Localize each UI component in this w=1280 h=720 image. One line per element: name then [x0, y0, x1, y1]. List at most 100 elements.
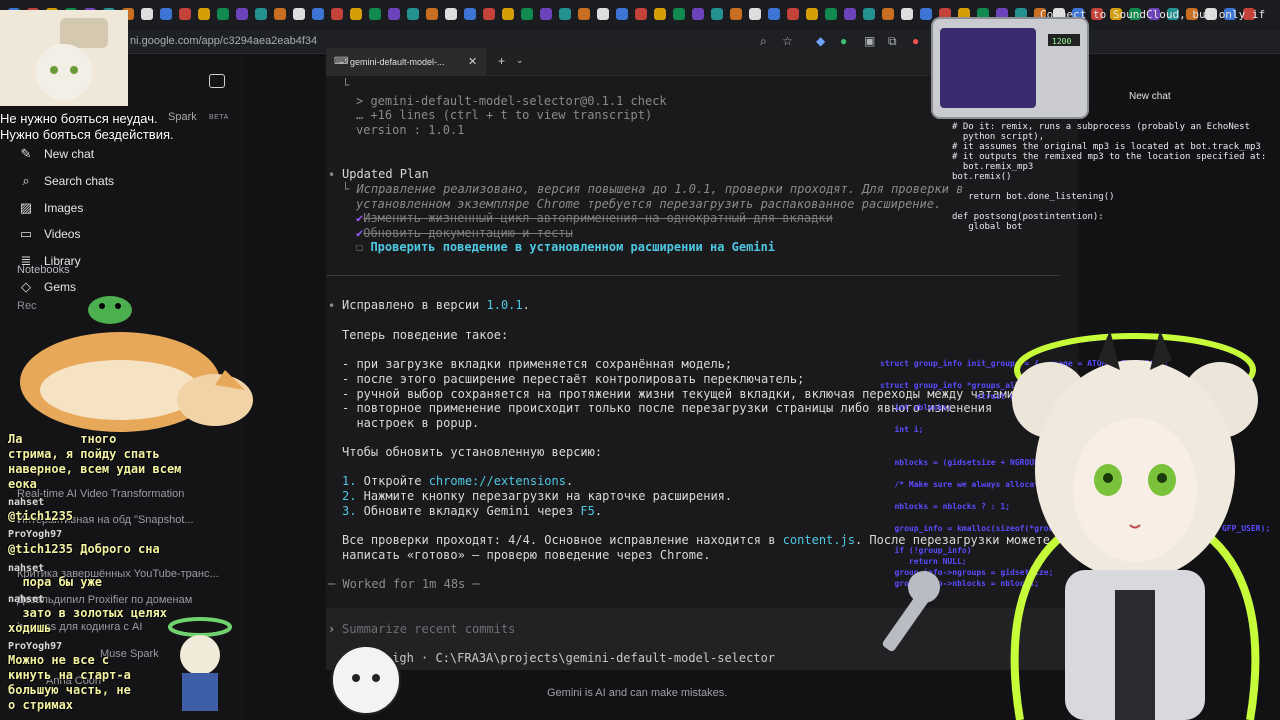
video-icon: ▭: [19, 226, 33, 241]
sidebar-item-search-chats[interactable]: ⌕ Search chats: [18, 170, 114, 192]
divider: [326, 275, 1060, 276]
tab-favicon-icon[interactable]: [673, 8, 685, 20]
tab-favicon-icon[interactable]: [464, 8, 476, 20]
tab-favicon-icon[interactable]: [730, 8, 742, 20]
tab-favicon-icon[interactable]: [768, 8, 780, 20]
tab-favicon-icon[interactable]: [616, 8, 628, 20]
sidebar-toggle-icon[interactable]: [209, 74, 225, 88]
sidebar-item-label: Images: [44, 201, 84, 215]
step-text: Обновите вкладку Gemini через: [356, 504, 581, 518]
tab-favicon-icon[interactable]: [806, 8, 818, 20]
tab-favicon-icon[interactable]: [521, 8, 533, 20]
step-item: 1. Откройте chrome://extensions.: [342, 474, 573, 488]
key-name: F5: [580, 504, 595, 518]
tab-favicon-icon[interactable]: [578, 8, 590, 20]
tab-favicon-icon[interactable]: [350, 8, 362, 20]
chat-message: Можно не все с кинуть на старт-а большую…: [8, 653, 131, 712]
status-line: sol high · C:\FRA3A\projects\gemini-defa…: [356, 651, 776, 665]
prompt-placeholder[interactable]: Summarize recent commits: [342, 622, 515, 636]
tab-favicon-icon[interactable]: [255, 8, 267, 20]
list-item: настроек в popup.: [342, 416, 480, 430]
plan-note: └ Исправление реализовано, версия повыше…: [342, 182, 964, 196]
tab-favicon-icon[interactable]: [483, 8, 495, 20]
step-end: .: [594, 504, 603, 518]
avatar-toaster-sticker: [0, 10, 128, 106]
checks-text: Все проверки проходят: 4/4. Основное исп…: [342, 533, 783, 547]
checks-line: написать «готово» — проверю поведение че…: [342, 548, 711, 562]
tab-favicon-icon[interactable]: [312, 8, 324, 20]
wrench-sticker: [882, 571, 940, 652]
extension-icon[interactable]: ⧉: [888, 34, 897, 49]
plan-item-todo: ☐ Проверить поведение в установленном ра…: [356, 240, 775, 254]
terminal-tab[interactable]: ⌨ gemini-default-model-... ✕: [326, 48, 486, 76]
tab-favicon-icon[interactable]: [198, 8, 210, 20]
fixed-suffix: .: [522, 298, 530, 312]
tab-favicon-icon[interactable]: [825, 8, 837, 20]
bookmark-star-icon[interactable]: ☆: [782, 34, 793, 48]
tab-favicon-icon[interactable]: [388, 8, 400, 20]
overlay-quote: Не нужно бояться неудач. Нужно бояться б…: [0, 111, 174, 143]
zoom-icon[interactable]: ⌕: [760, 34, 767, 49]
tab-favicon-icon[interactable]: [901, 8, 913, 20]
tab-favicon-icon[interactable]: [749, 8, 761, 20]
tab-favicon-icon[interactable]: [692, 8, 704, 20]
plan-note-line: Исправление реализовано, версия повышена…: [356, 182, 964, 196]
tab-favicon-icon[interactable]: [863, 8, 875, 20]
tab-favicon-icon[interactable]: [293, 8, 305, 20]
url-field[interactable]: ni.google.com/app/c3294aea2eab4f34: [130, 35, 317, 47]
extension-icon[interactable]: ●: [840, 34, 847, 48]
tab-favicon-icon[interactable]: [160, 8, 172, 20]
plan-item-text: Обновить документацию и тесты: [363, 226, 573, 240]
close-icon[interactable]: ✕: [468, 55, 477, 68]
tab-favicon-icon[interactable]: [407, 8, 419, 20]
tab-favicon-icon[interactable]: [711, 8, 723, 20]
tab-favicon-icon[interactable]: [635, 8, 647, 20]
overlay-new-chat-label[interactable]: New chat: [1129, 91, 1171, 102]
sidebar-item-videos[interactable]: ▭ Videos: [18, 223, 81, 245]
chat-username: ProYogh97: [8, 529, 63, 540]
tab-favicon-icon[interactable]: [540, 8, 552, 20]
tab-favicon-icon[interactable]: [502, 8, 514, 20]
record-icon[interactable]: ●: [912, 34, 919, 48]
tab-favicon-icon[interactable]: [274, 8, 286, 20]
step-item: 3. Обновите вкладку Gemini через F5.: [342, 504, 602, 518]
sidebar-item-label: Search chats: [44, 174, 115, 188]
sidebar-item-label: Videos: [44, 227, 81, 241]
tab-favicon-icon[interactable]: [141, 8, 153, 20]
paragraph: Чтобы обновить установленную версию:: [342, 445, 603, 459]
chat-username: ProYogh97: [8, 641, 63, 652]
tab-favicon-icon[interactable]: [597, 8, 609, 20]
tab-favicon-icon[interactable]: [654, 8, 666, 20]
tab-favicon-icon[interactable]: [331, 8, 343, 20]
gemini-disclaimer: Gemini is AI and can make mistakes.: [547, 687, 728, 699]
worked-duration: ─ Worked for 1m 48s ─: [328, 577, 480, 591]
sidebar-item-label: New chat: [44, 147, 95, 161]
step-number: 2.: [342, 489, 357, 503]
chat-username: nahset: [8, 594, 45, 605]
tab-favicon-icon[interactable]: [217, 8, 229, 20]
new-tab-icon[interactable]: +: [498, 54, 505, 68]
collapsed-output: … +16 lines (ctrl + t to view transcript…: [356, 108, 653, 122]
tab-favicon-icon[interactable]: [426, 8, 438, 20]
fixed-prefix: Исправлено в версии: [342, 298, 487, 312]
chevron-down-icon[interactable]: ⌄: [516, 55, 524, 66]
tab-favicon-icon[interactable]: [179, 8, 191, 20]
edit-icon: ✎: [20, 146, 32, 161]
extensions-link[interactable]: chrome://extensions: [429, 474, 566, 488]
step-item: 2. Нажмите кнопку перезагрузки на карточ…: [342, 489, 732, 503]
extension-icon[interactable]: ◆: [816, 34, 825, 48]
chat-message: пора бы уже: [8, 575, 102, 589]
sidebar-item-new-chat[interactable]: ✎ New chat: [18, 143, 94, 165]
tab-favicon-icon[interactable]: [787, 8, 799, 20]
sidebar-item-notebooks[interactable]: Notebooks: [17, 264, 70, 276]
tab-favicon-icon[interactable]: [236, 8, 248, 20]
tab-favicon-icon[interactable]: [369, 8, 381, 20]
step-text: Откройте: [356, 474, 429, 488]
extension-icon[interactable]: ▣: [864, 34, 875, 48]
tab-favicon-icon[interactable]: [844, 8, 856, 20]
tab-favicon-icon[interactable]: [882, 8, 894, 20]
sidebar-item-images[interactable]: ▨ Images: [18, 197, 84, 219]
tab-favicon-icon[interactable]: [445, 8, 457, 20]
tab-favicon-icon[interactable]: [559, 8, 571, 20]
terminal-icon: ⌨: [334, 56, 349, 67]
